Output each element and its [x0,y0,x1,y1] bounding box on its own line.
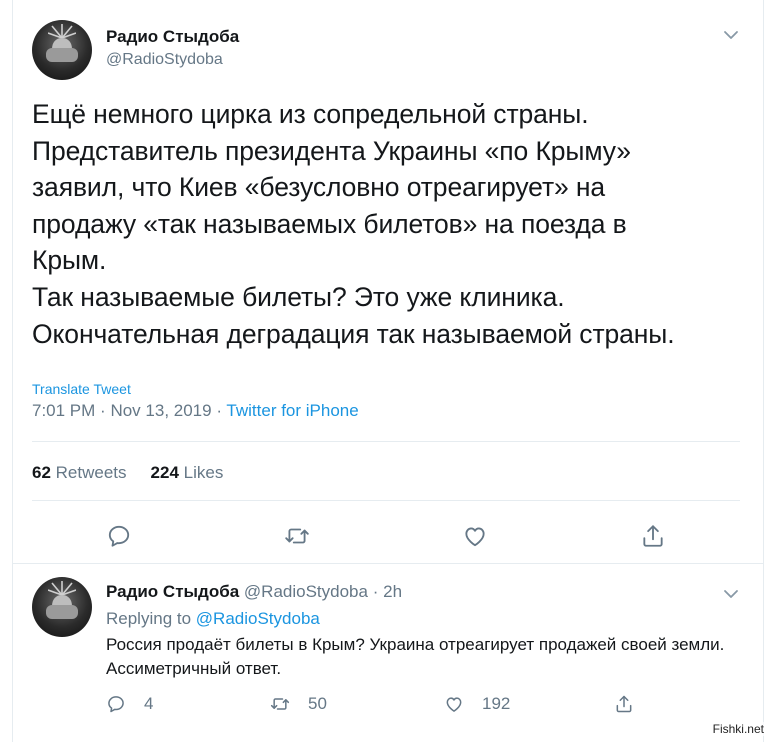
tweet-source-link[interactable]: Twitter for iPhone [226,401,358,420]
author-avatar[interactable] [32,20,92,80]
replying-to-handle[interactable]: @RadioStydoba [196,609,320,628]
reply-retweets-count: 50 [308,694,327,713]
reply-reply-button[interactable]: 4 [106,694,153,714]
likes-label: Likes [183,463,224,482]
reply-replies-count: 4 [144,694,154,713]
retweet-icon [285,528,309,544]
reply-author-avatar[interactable] [32,577,92,637]
reply-like-button[interactable]: 192 [444,694,510,714]
reply-age[interactable]: 2h [383,582,402,601]
thread-separator [12,563,764,564]
replying-prefix: Replying to [106,609,192,628]
share-button[interactable] [640,523,666,549]
chevron-down-icon[interactable] [722,585,740,603]
share-icon [616,695,632,713]
like-icon [446,697,462,712]
tweet-meta: 7:01 PM · Nov 13, 2019 · Twitter for iPh… [32,401,359,421]
reply-likes-count: 192 [482,694,511,713]
divider [32,500,740,501]
statue-hand [46,605,78,619]
chevron-down-icon[interactable] [722,26,740,44]
tweet-stats: 62 Retweets 224 Likes [32,463,223,483]
likes-count: 224 [150,463,179,482]
statue-hand [46,48,78,62]
translate-tweet-link[interactable]: Translate Tweet [32,381,131,397]
reply-header: Радио Стыдоба @RadioStydoba · 2h [106,582,402,602]
author-name[interactable]: Радио Стыдоба [106,27,239,47]
reply-icon [108,696,124,713]
author-handle[interactable]: @RadioStydoba [106,51,223,69]
reply-separator: · [372,582,379,601]
like-button[interactable] [462,523,488,549]
reply-icon [108,525,130,547]
like-icon [465,527,485,547]
retweet-icon [270,698,290,710]
reply-text: Россия продаёт билеты в Крым? Украина от… [106,635,725,678]
likes-stat[interactable]: 224 Likes [151,463,224,482]
retweets-label: Retweets [55,463,127,482]
share-icon [643,525,663,547]
reply-retweet-button[interactable]: 50 [270,694,327,714]
tweet-text: Ещё немного цирка из сопредельной страны… [32,99,675,349]
statue-crown-icon [48,581,76,595]
reply-share-button[interactable] [614,694,652,714]
divider [32,441,740,442]
tweet-date[interactable]: Nov 13, 2019 [110,401,211,420]
meta-separator: · [216,401,222,420]
retweet-button[interactable] [284,523,310,549]
tweet-time[interactable]: 7:01 PM [32,401,95,420]
retweets-count: 62 [32,463,51,482]
reply-author-name[interactable]: Радио Стыдоба [106,582,239,601]
replying-to: Replying to @RadioStydoba [106,609,320,629]
retweets-stat[interactable]: 62 Retweets [32,463,127,482]
statue-crown-icon [48,24,76,38]
reply-author-handle[interactable]: @RadioStydoba [244,582,368,601]
watermark: Fishki.net [710,722,766,736]
meta-separator: · [100,401,106,420]
reply-button[interactable] [106,523,132,549]
